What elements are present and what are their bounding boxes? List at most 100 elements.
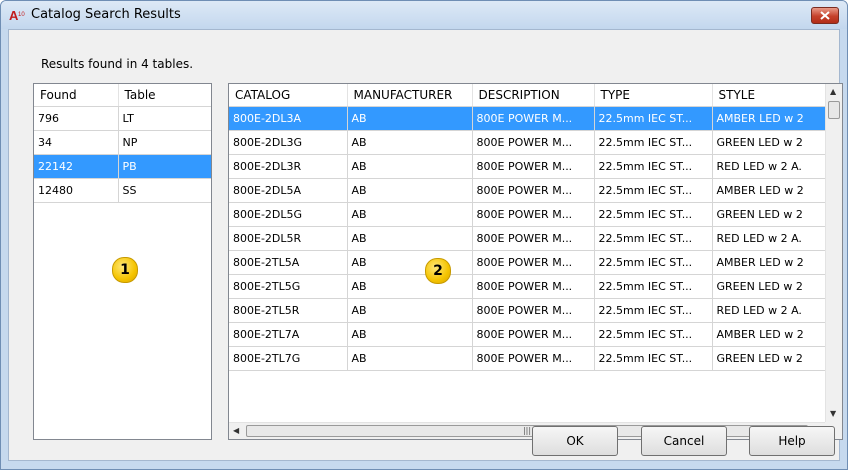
result-row[interactable]: 800E-2DL3R AB 800E POWER M... 22.5mm IEC ST… [229, 154, 842, 179]
style-cell: RED LED w 2 A. [712, 298, 842, 323]
dialog-body: Results found in 4 tables. Found Table 7… [8, 29, 843, 461]
column-header-type[interactable]: TYPE [594, 84, 713, 107]
style-cell: RED LED w 2 A. [712, 154, 842, 179]
style-cell: GREEN LED w 2 [712, 274, 842, 299]
help-button[interactable]: Help [749, 426, 835, 456]
column-header-found[interactable]: Found [34, 84, 119, 107]
description-cell: 800E POWER M... [472, 178, 595, 203]
style-cell: AMBER LED w 2 [712, 106, 842, 131]
catalog-cell: 800E-2TL5G [229, 274, 348, 299]
result-row[interactable]: 800E-2TL7G AB 800E POWER M... 22.5mm IEC ST… [229, 346, 842, 371]
manufacturer-cell: AB [347, 154, 473, 179]
table-row[interactable]: 34 NP [34, 130, 211, 155]
table-name-cell: SS [118, 178, 211, 203]
description-cell: 800E POWER M... [472, 202, 595, 227]
description-cell: 800E POWER M... [472, 130, 595, 155]
result-row[interactable]: 800E-2TL5G AB 800E POWER M... 22.5mm IEC ST… [229, 274, 842, 299]
manufacturer-cell: AB [347, 202, 473, 227]
found-count-cell: 12480 [34, 178, 119, 203]
result-row[interactable]: 800E-2DL5A AB 800E POWER M... 22.5mm IEC ST… [229, 178, 842, 203]
type-cell: 22.5mm IEC ST... [594, 202, 713, 227]
table-name-cell: LT [118, 106, 211, 131]
results-summary: Results found in 4 tables. [41, 57, 194, 71]
title-bar[interactable]: A 10 Catalog Search Results [1, 1, 847, 29]
style-cell: GREEN LED w 2 [712, 346, 842, 371]
description-cell: 800E POWER M... [472, 106, 595, 131]
catalog-results-grid[interactable]: CATALOG MANUFACTURER DESCRIPTION TYPE ST… [228, 83, 843, 440]
result-row-selected[interactable]: 800E-2DL3A AB 800E POWER M... 22.5mm IEC ST… [229, 106, 842, 131]
catalog-cell: 800E-2TL5A [229, 250, 348, 275]
result-row[interactable]: 800E-2DL5R AB 800E POWER M... 22.5mm IEC ST… [229, 226, 842, 251]
tables-found-grid[interactable]: Found Table 796 LT 34 NP 22142 PB 12480 … [33, 83, 212, 440]
result-row[interactable]: 800E-2TL5R AB 800E POWER M... 22.5mm IEC ST… [229, 298, 842, 323]
description-cell: 800E POWER M... [472, 274, 595, 299]
table-row[interactable]: 796 LT [34, 106, 211, 131]
app-logo-icon: A 10 [9, 8, 25, 22]
description-cell: 800E POWER M... [472, 154, 595, 179]
type-cell: 22.5mm IEC ST... [594, 322, 713, 347]
results-header-row: CATALOG MANUFACTURER DESCRIPTION TYPE ST… [229, 84, 842, 107]
svg-text:10: 10 [18, 12, 25, 18]
close-button[interactable] [811, 7, 839, 24]
catalog-cell: 800E-2DL3R [229, 154, 348, 179]
table-name-cell: PB [118, 154, 211, 179]
column-header-catalog[interactable]: CATALOG [229, 84, 348, 107]
result-row[interactable]: 800E-2DL5G AB 800E POWER M... 22.5mm IEC ST… [229, 202, 842, 227]
manufacturer-cell: AB [347, 130, 473, 155]
style-cell: GREEN LED w 2 [712, 202, 842, 227]
table-row[interactable]: 12480 SS [34, 178, 211, 203]
catalog-cell: 800E-2DL3G [229, 130, 348, 155]
manufacturer-cell: AB [347, 250, 473, 275]
type-cell: 22.5mm IEC ST... [594, 154, 713, 179]
catalog-search-dialog: A 10 Catalog Search Results Results foun… [0, 0, 848, 470]
description-cell: 800E POWER M... [472, 346, 595, 371]
style-cell: AMBER LED w 2 [712, 322, 842, 347]
type-cell: 22.5mm IEC ST... [594, 106, 713, 131]
close-icon [820, 11, 830, 20]
catalog-cell: 800E-2DL5G [229, 202, 348, 227]
result-row[interactable]: 800E-2TL5A AB 800E POWER M... 22.5mm IEC ST… [229, 250, 842, 275]
manufacturer-cell: AB [347, 346, 473, 371]
type-cell: 22.5mm IEC ST... [594, 298, 713, 323]
vertical-scroll-thumb[interactable] [828, 101, 840, 119]
type-cell: 22.5mm IEC ST... [594, 178, 713, 203]
column-header-style[interactable]: STYLE [712, 84, 842, 107]
callout-badge-1: 1 [112, 257, 138, 283]
found-count-cell: 34 [34, 130, 119, 155]
catalog-cell: 800E-2TL7G [229, 346, 348, 371]
catalog-cell: 800E-2DL5R [229, 226, 348, 251]
description-cell: 800E POWER M... [472, 226, 595, 251]
scroll-up-arrow-icon[interactable]: ▲ [830, 87, 836, 96]
catalog-cell: 800E-2TL7A [229, 322, 348, 347]
type-cell: 22.5mm IEC ST... [594, 226, 713, 251]
vertical-scrollbar[interactable]: ▲ ▼ [825, 84, 842, 424]
catalog-cell: 800E-2TL5R [229, 298, 348, 323]
type-cell: 22.5mm IEC ST... [594, 250, 713, 275]
style-cell: GREEN LED w 2 [712, 130, 842, 155]
column-header-manufacturer[interactable]: MANUFACTURER [347, 84, 473, 107]
scroll-left-arrow-icon[interactable]: ◀ [233, 426, 239, 435]
horizontal-scrollbar[interactable]: ◀ ||| ▶ [229, 422, 825, 439]
manufacturer-cell: AB [347, 298, 473, 323]
type-cell: 22.5mm IEC ST... [594, 346, 713, 371]
description-cell: 800E POWER M... [472, 250, 595, 275]
manufacturer-cell: AB [347, 226, 473, 251]
result-row[interactable]: 800E-2DL3G AB 800E POWER M... 22.5mm IEC ST… [229, 130, 842, 155]
callout-badge-2: 2 [425, 258, 451, 284]
catalog-cell: 800E-2DL5A [229, 178, 348, 203]
column-header-description[interactable]: DESCRIPTION [472, 84, 595, 107]
window-title: Catalog Search Results [31, 7, 181, 22]
column-header-table[interactable]: Table [118, 84, 211, 107]
catalog-cell: 800E-2DL3A [229, 106, 348, 131]
manufacturer-cell: AB [347, 274, 473, 299]
result-row[interactable]: 800E-2TL7A AB 800E POWER M... 22.5mm IEC ST… [229, 322, 842, 347]
manufacturer-cell: AB [347, 106, 473, 131]
scroll-down-arrow-icon[interactable]: ▼ [830, 409, 836, 418]
style-cell: AMBER LED w 2 [712, 178, 842, 203]
manufacturer-cell: AB [347, 322, 473, 347]
found-count-cell: 22142 [34, 154, 119, 179]
table-row-selected[interactable]: 22142 PB [34, 154, 211, 179]
ok-button[interactable]: OK [532, 426, 618, 456]
style-cell: AMBER LED w 2 [712, 250, 842, 275]
cancel-button[interactable]: Cancel [641, 426, 727, 456]
